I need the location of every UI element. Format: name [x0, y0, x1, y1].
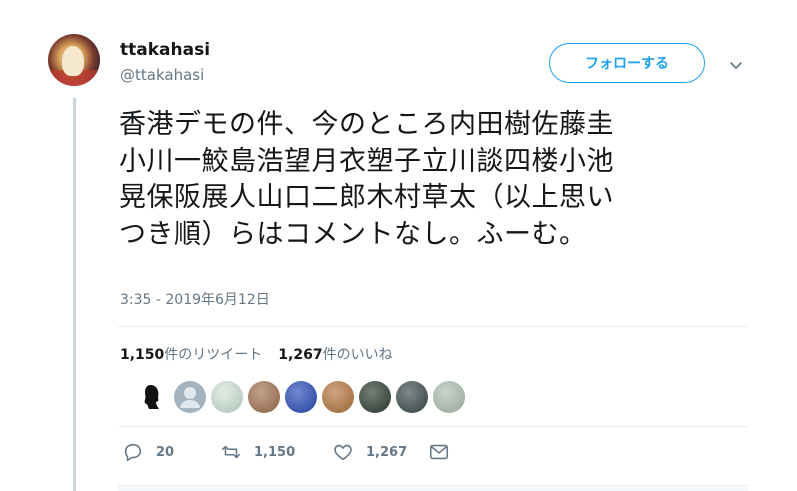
- retweet-count: 1,150: [254, 444, 296, 460]
- photo-avatar[interactable]: [322, 381, 354, 413]
- photo-avatar[interactable]: [359, 381, 391, 413]
- like-stat-count: 1,267: [278, 347, 323, 363]
- retweet-button[interactable]: 1,150: [220, 441, 332, 463]
- like-button[interactable]: 1,267: [332, 441, 428, 463]
- photo-avatar[interactable]: [248, 381, 280, 413]
- thread-line: [73, 98, 76, 491]
- retweet-stat[interactable]: 1,150件のリツイート: [120, 344, 262, 364]
- user-handle[interactable]: @ttakahasi: [120, 66, 204, 84]
- avatar[interactable]: [48, 34, 100, 86]
- follow-button[interactable]: フォローする: [549, 43, 705, 83]
- retweet-stat-label: 件のリツイート: [164, 347, 263, 363]
- tweet-stats: 1,150件のリツイート 1,267件のいいね: [120, 344, 393, 364]
- divider: [118, 426, 748, 427]
- envelope-icon: [429, 444, 449, 460]
- reply-button[interactable]: 20: [122, 441, 220, 463]
- direct-message-button[interactable]: [428, 441, 462, 463]
- tweet-text-line: 小川一鮫島浩望月衣塑子立川談四楼小池: [119, 145, 614, 177]
- default-avatar[interactable]: [174, 381, 206, 413]
- like-stat[interactable]: 1,267件のいいね: [278, 344, 392, 364]
- display-name[interactable]: ttakahasi: [120, 40, 210, 60]
- reply-card-edge: [118, 485, 748, 491]
- avatar-cat: [62, 46, 84, 76]
- tweet-actions: 20 1,150 1,267: [122, 441, 462, 463]
- silhouette-avatar[interactable]: [137, 381, 169, 413]
- like-stat-label: 件のいいね: [322, 347, 393, 363]
- tweet-text-line: つき順）らはコメントなし。ふーむ。: [119, 218, 587, 250]
- retweet-icon: [221, 445, 241, 459]
- photo-avatar[interactable]: [396, 381, 428, 413]
- photo-avatar[interactable]: [433, 381, 465, 413]
- tweet-timestamp[interactable]: 3:35 - 2019年6月12日: [120, 289, 270, 309]
- divider: [118, 326, 748, 327]
- reply-count: 20: [156, 444, 175, 460]
- reply-icon: [124, 443, 142, 462]
- retweet-stat-count: 1,150: [120, 347, 165, 363]
- photo-avatar[interactable]: [211, 381, 243, 413]
- liker-avatars: [137, 381, 465, 413]
- chevron-down-icon[interactable]: [728, 57, 744, 73]
- tweet-text-line: 晃保阪展人山口二郎木村草太（以上思い: [119, 182, 614, 213]
- like-count: 1,267: [366, 444, 408, 460]
- tweet-text: 香港デモの件、今のところ内田樹佐藤圭 小川一鮫島浩望月衣塑子立川談四楼小池 晃保…: [119, 107, 759, 253]
- heart-icon: [334, 444, 352, 461]
- photo-avatar[interactable]: [285, 381, 317, 413]
- tweet-text-line: 香港デモの件、今のところ内田樹佐藤圭: [119, 109, 614, 140]
